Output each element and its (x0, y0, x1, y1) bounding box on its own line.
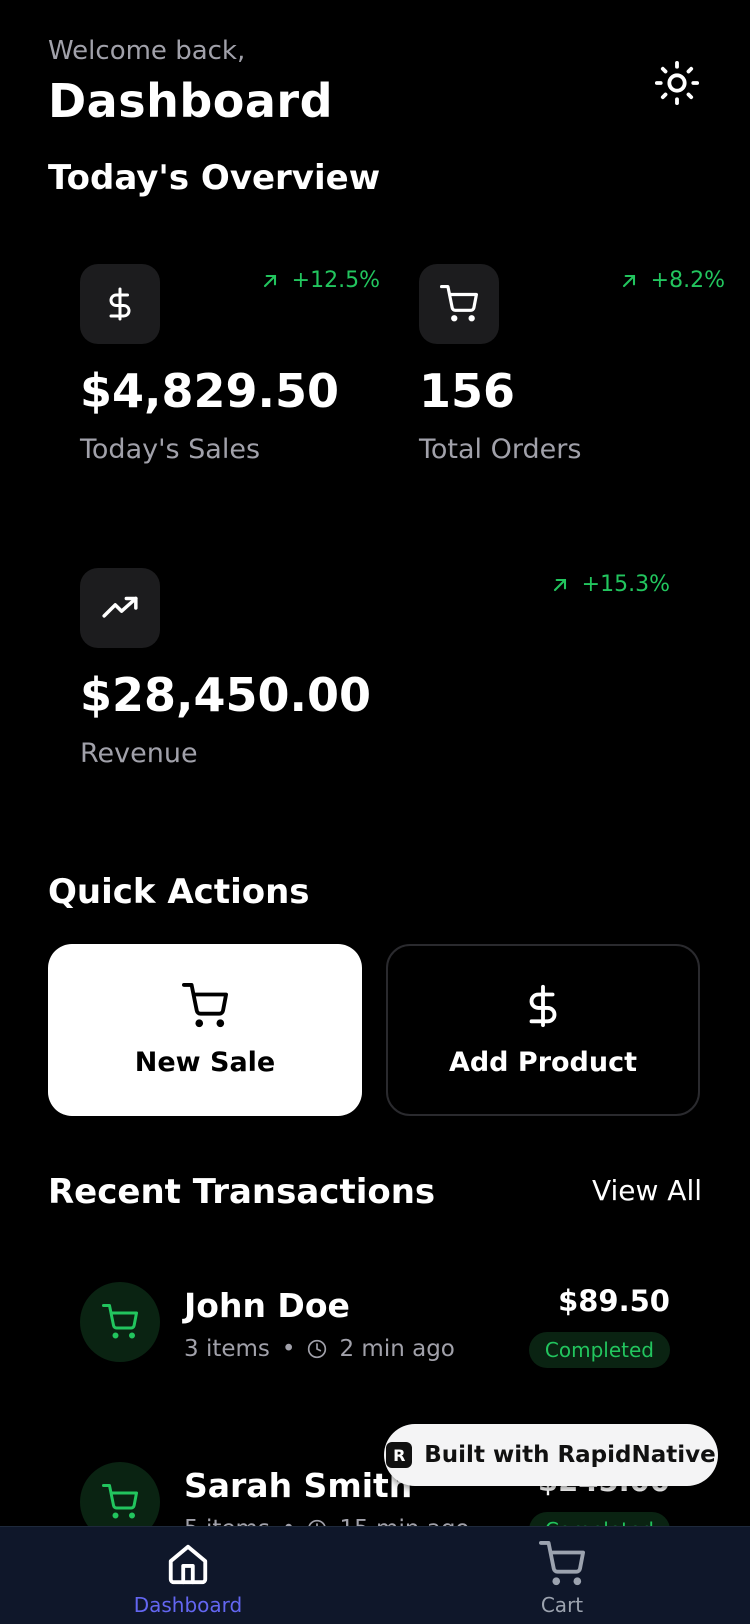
tab-cart[interactable]: Cart (482, 1541, 642, 1617)
transaction-row[interactable]: John Doe 3 items • 2 min ago $89.50 Comp… (80, 1282, 670, 1372)
built-with-badge[interactable]: R Built with RapidNative (384, 1424, 718, 1486)
stat-change: +15.3% (550, 572, 670, 597)
tab-dashboard[interactable]: Dashboard (108, 1541, 268, 1617)
clock-icon (308, 1339, 327, 1359)
stat-label: Total Orders (419, 434, 582, 465)
home-icon (168, 1544, 208, 1585)
cart-icon (102, 1484, 138, 1519)
cart-icon (102, 1304, 138, 1339)
transaction-items: 3 items (184, 1336, 270, 1362)
cart-icon (182, 982, 228, 1027)
stat-icon-box (80, 264, 160, 344)
transactions-title: Recent Transactions (48, 1172, 436, 1212)
tab-label: Cart (540, 1593, 584, 1617)
built-with-text: Built with RapidNative (424, 1442, 716, 1468)
stat-value: $28,450.00 (80, 668, 372, 722)
transaction-icon-box (80, 1282, 160, 1362)
view-all-link[interactable]: View All (592, 1174, 702, 1207)
header: Welcome back, Dashboard (48, 36, 333, 128)
stat-change: +12.5% (260, 268, 380, 293)
transaction-customer: Sarah Smith (184, 1466, 413, 1505)
stat-label: Revenue (80, 738, 198, 769)
stat-change-value: +8.2% (650, 268, 725, 293)
add-product-label: Add Product (448, 1046, 638, 1078)
arrow-up-right-icon (553, 578, 566, 591)
transaction-amount: $89.50 (558, 1284, 670, 1318)
tab-label: Dashboard (133, 1593, 243, 1617)
stat-icon-box (80, 568, 160, 648)
stat-change: +8.2% (619, 268, 725, 293)
stat-value: $4,829.50 (80, 364, 339, 418)
add-product-button[interactable]: Add Product (386, 944, 700, 1116)
theme-toggle-button[interactable] (652, 58, 702, 108)
trending-up-icon (102, 596, 138, 618)
transaction-time: 2 min ago (339, 1336, 455, 1362)
stat-icon-box (419, 264, 499, 344)
separator-dot: • (281, 1336, 296, 1362)
dollar-icon (529, 984, 557, 1027)
transaction-customer: John Doe (184, 1286, 350, 1325)
transaction-meta: 3 items • 2 min ago (184, 1336, 455, 1362)
page-title: Dashboard (48, 74, 334, 128)
welcome-text: Welcome back, (48, 36, 246, 66)
stat-label: Today's Sales (80, 434, 261, 465)
stat-card-revenue[interactable]: +15.3% $28,450.00 Revenue (48, 538, 702, 798)
stat-card-orders[interactable]: +8.2% 156 Total Orders (387, 234, 727, 494)
status-badge: Completed (528, 1332, 670, 1368)
quick-actions-title: Quick Actions (48, 872, 310, 912)
stat-value: 156 (419, 364, 516, 418)
stat-change-value: +12.5% (291, 268, 380, 293)
overview-title: Today's Overview (48, 158, 381, 198)
sun-icon (654, 60, 700, 106)
cart-icon (539, 1541, 585, 1586)
new-sale-button[interactable]: New Sale (48, 944, 362, 1116)
stat-change-value: +15.3% (581, 572, 670, 597)
rapidnative-logo-icon: R (386, 1442, 413, 1468)
stat-card-sales[interactable]: +12.5% $4,829.50 Today's Sales (48, 234, 388, 494)
arrow-up-right-icon (263, 274, 276, 287)
dollar-icon (109, 287, 131, 321)
arrow-up-right-icon (622, 274, 635, 287)
cart-icon (440, 285, 478, 322)
bottom-tab-bar: Dashboard Cart (0, 1526, 750, 1624)
new-sale-label: New Sale (134, 1046, 276, 1078)
